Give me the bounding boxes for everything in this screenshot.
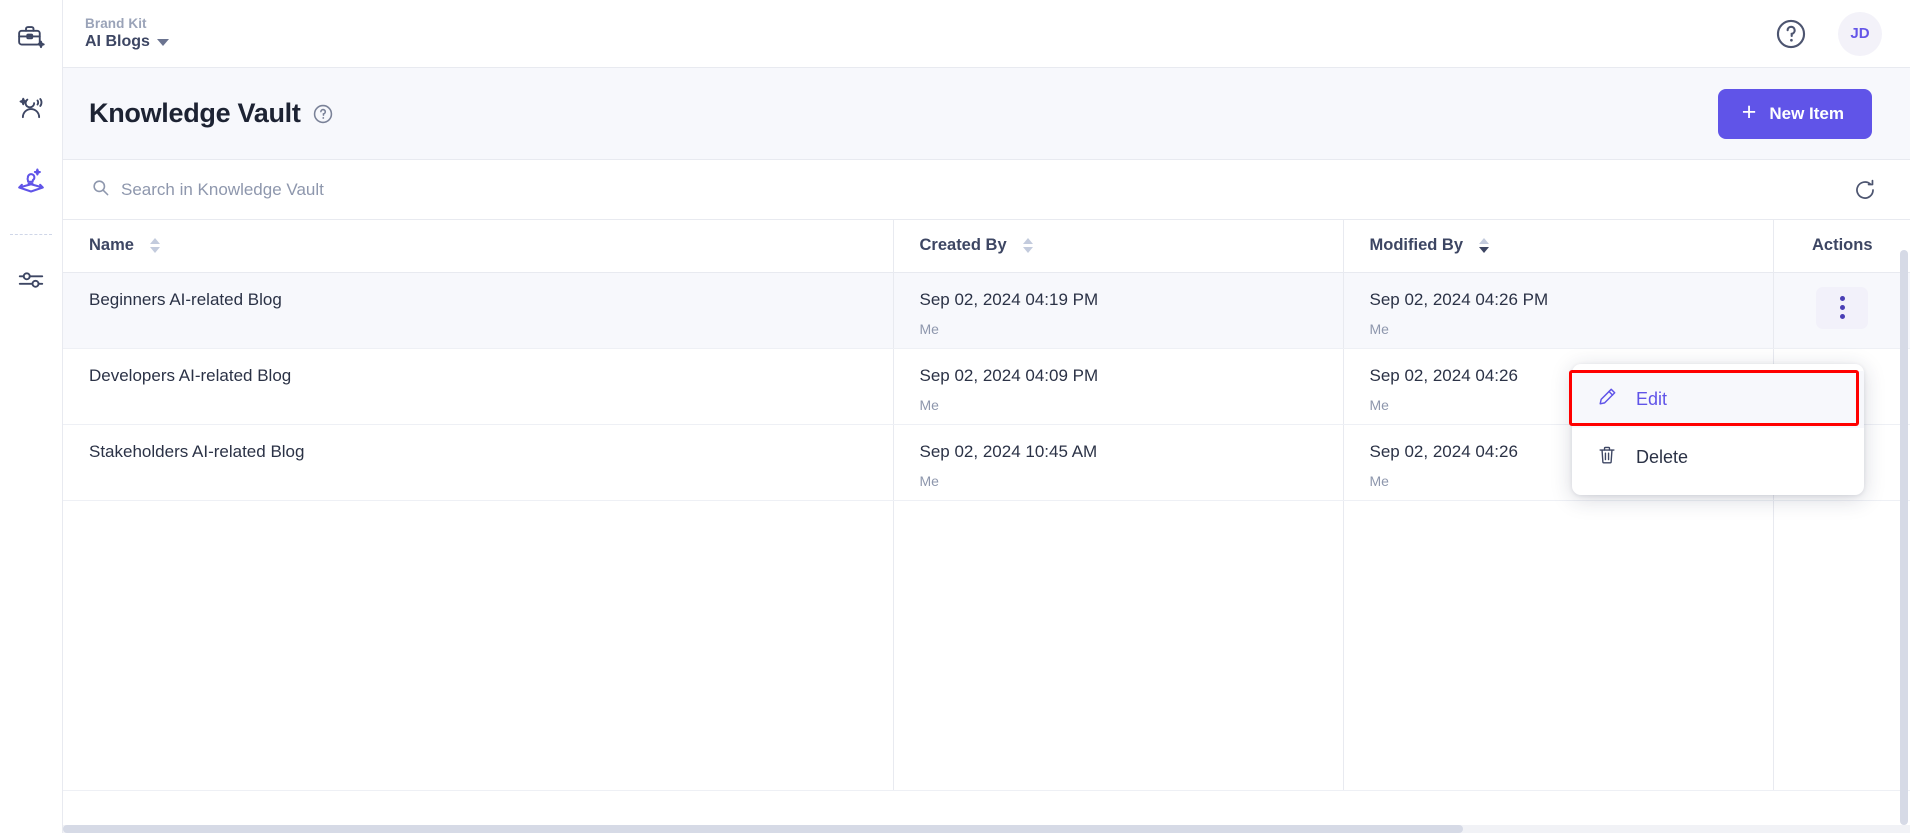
column-header-name-label: Name bbox=[89, 236, 134, 255]
chevron-down-icon bbox=[156, 38, 169, 46]
book-idea-sparkle-icon bbox=[16, 166, 46, 196]
menu-item-edit[interactable]: Edit bbox=[1572, 371, 1864, 428]
row-modified-date: Sep 02, 2024 04:26 PM bbox=[1369, 289, 1549, 309]
row-created-by: Me bbox=[919, 472, 939, 489]
column-header-actions: Actions bbox=[1773, 220, 1910, 273]
menu-item-delete-label: Delete bbox=[1636, 447, 1689, 467]
menu-item-edit-label: Edit bbox=[1636, 389, 1668, 409]
breadcrumb-brand-kit-label: Brand Kit bbox=[85, 16, 147, 31]
page-title-help-icon[interactable] bbox=[312, 103, 334, 125]
cell-modified-by: Sep 02, 2024 04:26 PM Me bbox=[1343, 272, 1774, 349]
pencil-icon bbox=[1596, 386, 1618, 413]
row-modified-by: Me bbox=[1369, 320, 1389, 337]
search-bar bbox=[63, 160, 1910, 220]
menu-item-delete[interactable]: Delete bbox=[1572, 429, 1864, 486]
avatar[interactable]: JD bbox=[1838, 11, 1882, 56]
cell-name: Stakeholders AI-related Blog bbox=[63, 424, 894, 501]
horizontal-scrollbar[interactable] bbox=[63, 825, 1910, 833]
table-body: Beginners AI-related Blog Sep 02, 2024 0… bbox=[63, 272, 1910, 791]
sliders-icon bbox=[16, 265, 46, 295]
cell-actions bbox=[1773, 272, 1910, 349]
table-header-row: Name Created By Modified By Actions bbox=[63, 220, 1910, 273]
kebab-menu-icon[interactable] bbox=[1816, 286, 1869, 329]
cell-name: Beginners AI-related Blog bbox=[63, 272, 894, 349]
sort-icon-created-by[interactable] bbox=[1022, 238, 1033, 254]
row-created-date: Sep 02, 2024 10:45 AM bbox=[919, 441, 1098, 461]
page-title: Knowledge Vault bbox=[89, 98, 301, 128]
row-created-date: Sep 02, 2024 04:09 PM bbox=[919, 365, 1099, 385]
row-created-date: Sep 02, 2024 04:19 PM bbox=[919, 289, 1099, 309]
search-wrapper bbox=[91, 178, 1852, 202]
column-header-actions-label: Actions bbox=[1811, 236, 1873, 255]
workspace-selector[interactable]: AI Blogs bbox=[85, 33, 169, 51]
refresh-icon[interactable] bbox=[1852, 177, 1878, 203]
filler-cell-created bbox=[893, 500, 1344, 791]
column-header-modified-by[interactable]: Modified By bbox=[1343, 220, 1774, 273]
cell-created-by: Sep 02, 2024 04:09 PM Me bbox=[893, 348, 1344, 425]
left-nav-rail bbox=[0, 0, 63, 833]
sort-icon-modified-by[interactable] bbox=[1479, 238, 1489, 254]
column-header-name[interactable]: Name bbox=[63, 220, 894, 273]
cell-name: Developers AI-related Blog bbox=[63, 348, 894, 425]
row-created-by: Me bbox=[919, 320, 939, 337]
knowledge-vault-table: Name Created By Modified By Actions Begi… bbox=[63, 220, 1910, 791]
top-bar: Brand Kit AI Blogs JD bbox=[63, 0, 1910, 68]
avatar-initials: JD bbox=[1850, 25, 1870, 42]
person-sparkle-sound-icon bbox=[16, 94, 46, 124]
table-filler-row bbox=[63, 500, 1910, 791]
trash-icon bbox=[1596, 444, 1618, 471]
sort-icon-name[interactable] bbox=[149, 238, 160, 254]
row-name-text: Developers AI-related Blog bbox=[89, 365, 292, 385]
table-head: Name Created By Modified By Actions bbox=[63, 220, 1910, 273]
rail-divider bbox=[10, 234, 52, 235]
sidebar-item-settings[interactable] bbox=[8, 257, 54, 303]
column-header-created-by[interactable]: Created By bbox=[893, 220, 1344, 273]
help-icon[interactable] bbox=[1774, 17, 1808, 51]
search-icon bbox=[91, 178, 110, 202]
new-item-button-label: New Item bbox=[1769, 103, 1844, 123]
column-header-modified-by-label: Modified By bbox=[1369, 236, 1464, 255]
workspace-label: AI Blogs bbox=[85, 33, 150, 50]
row-name-text: Stakeholders AI-related Blog bbox=[89, 441, 305, 461]
page-header: Knowledge Vault + New Item bbox=[63, 68, 1910, 160]
plus-icon: + bbox=[1741, 98, 1757, 126]
cell-created-by: Sep 02, 2024 04:19 PM Me bbox=[893, 272, 1344, 349]
sidebar-item-brand-kit[interactable] bbox=[8, 14, 54, 60]
table-area: Name Created By Modified By Actions Begi… bbox=[63, 220, 1910, 833]
new-item-button[interactable]: + New Item bbox=[1717, 88, 1872, 139]
app-root: Brand Kit AI Blogs JD Knowledge Vault + … bbox=[0, 0, 1910, 833]
breadcrumb: Brand Kit AI Blogs bbox=[85, 16, 169, 51]
sidebar-item-persona[interactable] bbox=[8, 86, 54, 132]
table-row[interactable]: Beginners AI-related Blog Sep 02, 2024 0… bbox=[63, 272, 1910, 349]
cell-created-by: Sep 02, 2024 10:45 AM Me bbox=[893, 424, 1344, 501]
filler-cell-name bbox=[63, 500, 894, 791]
row-context-menu: Edit Delete bbox=[1572, 364, 1864, 495]
briefcase-sparkle-icon bbox=[16, 22, 46, 52]
row-name-text: Beginners AI-related Blog bbox=[89, 289, 282, 309]
search-input[interactable] bbox=[121, 179, 541, 200]
sidebar-item-knowledge-vault[interactable] bbox=[8, 158, 54, 204]
filler-cell-modified bbox=[1343, 500, 1774, 791]
row-created-by: Me bbox=[919, 396, 939, 413]
filler-cell-actions bbox=[1773, 500, 1910, 791]
vertical-scrollbar[interactable] bbox=[1900, 250, 1908, 825]
column-header-created-by-label: Created By bbox=[919, 236, 1007, 255]
